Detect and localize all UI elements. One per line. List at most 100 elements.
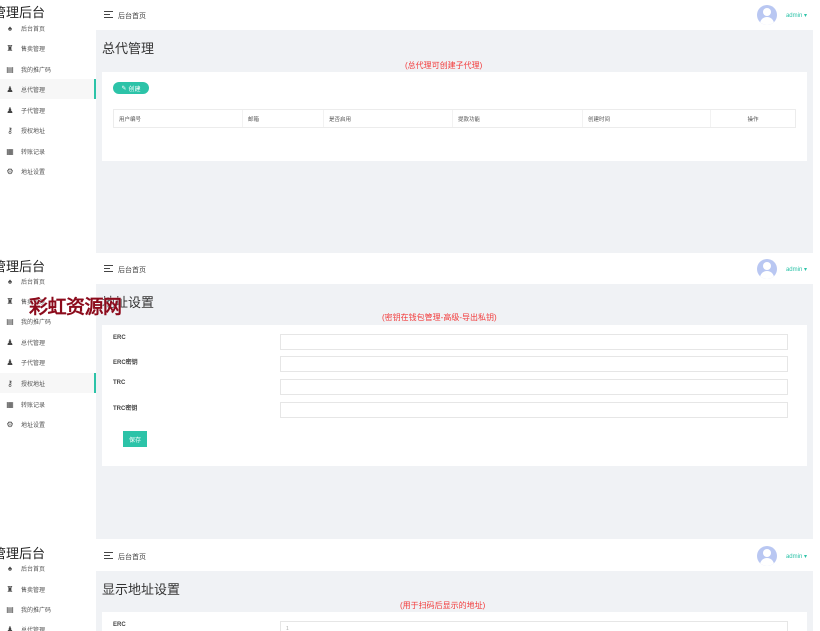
- topbar: 后台首页 admin ▾: [96, 254, 813, 284]
- record-icon: ▦: [6, 146, 14, 156]
- sidebar: 管理后台 ♠ 后台首页 ♜ 售卖管理 ▤ 我的推广码 ♟ 总代管理: [0, 541, 96, 631]
- trc-key-label: TRC密钥: [113, 406, 138, 412]
- trc-key-input[interactable]: [280, 402, 788, 418]
- sidebar-item-label: 后台首页: [21, 279, 46, 286]
- avatar[interactable]: [757, 5, 777, 25]
- page-note: (密钥在钱包管理-高级-导出私钥): [382, 313, 497, 322]
- record-icon: ▦: [6, 399, 14, 409]
- sidebar-item-promo-code[interactable]: ▤ 我的推广码: [0, 599, 96, 619]
- topbar: 后台首页 admin ▾: [96, 541, 813, 571]
- sidebar-item-auth-address[interactable]: ⚷ 授权地址: [0, 120, 96, 140]
- sidebar-item-sales[interactable]: ♜ 售卖管理: [0, 38, 96, 58]
- sidebar-item-home[interactable]: ♠ 后台首页: [0, 18, 96, 38]
- sidebar-item-label: 授权地址: [21, 381, 46, 388]
- address-form-card: ERC ERC密钥 TRC TRC密钥 保存: [102, 325, 807, 466]
- user-menu[interactable]: admin ▾: [786, 12, 807, 19]
- menu-toggle-icon[interactable]: [104, 552, 113, 559]
- sidebar-item-home[interactable]: ♠ 后台首页: [0, 271, 96, 291]
- erc-key-input[interactable]: [280, 356, 788, 372]
- agent-table-header: 用户编号 邮箱 是否启用 提款功能 创建时间 操作: [113, 109, 796, 128]
- settings-icon: ⚙: [6, 166, 14, 176]
- erc-label: ERC: [113, 622, 126, 628]
- create-button-label: 创建: [128, 86, 141, 93]
- trc-input[interactable]: [280, 379, 788, 395]
- document-icon: ▤: [6, 64, 14, 74]
- column-withdraw: 提款功能: [453, 110, 583, 127]
- users-icon: ♟: [6, 357, 14, 367]
- sidebar-item-agents[interactable]: ♟ 总代管理: [0, 619, 96, 631]
- page-title: 总代管理: [102, 41, 155, 56]
- key-icon: ⚷: [7, 125, 13, 135]
- screen-display-address-settings: 管理后台 ♠ 后台首页 ♜ 售卖管理 ▤ 我的推广码 ♟ 总代管理 后台首页 a…: [0, 541, 813, 631]
- trc-label: TRC: [113, 380, 126, 386]
- screen-agent-management: 管理后台 ♠ 后台首页 ♜ 售卖管理 ▤ 我的推广码 ♟ 总代管理 ♟ 子代管理…: [0, 0, 813, 253]
- sidebar-item-label: 后台首页: [21, 26, 46, 33]
- sidebar-item-label: 售卖管理: [21, 587, 46, 594]
- sidebar-item-promo-code[interactable]: ▤ 我的推广码: [0, 59, 96, 79]
- watermark-text: 彩虹资源网: [29, 297, 122, 318]
- user-icon: ♟: [6, 84, 14, 94]
- home-icon: ♠: [7, 276, 13, 286]
- breadcrumb[interactable]: 后台首页: [118, 552, 146, 562]
- document-icon: ▤: [6, 316, 14, 326]
- page-title: 显示地址设置: [102, 582, 181, 597]
- page-note: (总代理可创建子代理): [405, 61, 483, 70]
- sidebar-item-label: 转账记录: [21, 149, 46, 156]
- column-enabled: 是否启用: [324, 110, 453, 127]
- gift-icon: ♜: [6, 296, 14, 306]
- sidebar-item-label: 总代管理: [21, 340, 46, 347]
- breadcrumb[interactable]: 后台首页: [118, 265, 146, 275]
- home-icon: ♠: [7, 23, 13, 33]
- sidebar-item-label: 售卖管理: [21, 46, 46, 53]
- sidebar-item-label: 子代管理: [21, 108, 46, 115]
- sidebar-item-agents[interactable]: ♟ 总代管理: [0, 79, 96, 99]
- erc-key-label: ERC密钥: [113, 360, 138, 366]
- sidebar-item-label: 我的推广码: [21, 67, 52, 74]
- sidebar-item-address-settings[interactable]: ⚙ 地址设置: [0, 161, 96, 181]
- avatar[interactable]: [757, 546, 777, 566]
- topbar: 后台首页 admin ▾: [96, 0, 813, 30]
- sidebar-item-sub-agents[interactable]: ♟ 子代管理: [0, 352, 96, 372]
- sidebar-item-label: 地址设置: [21, 169, 46, 176]
- column-user-id: 用户编号: [114, 110, 243, 127]
- edit-icon: ✎: [121, 85, 127, 92]
- user-menu[interactable]: admin ▾: [786, 266, 807, 273]
- gift-icon: ♜: [6, 584, 14, 594]
- erc-label: ERC: [113, 335, 126, 341]
- sidebar-item-home[interactable]: ♠ 后台首页: [0, 558, 96, 578]
- column-actions: 操作: [747, 116, 759, 123]
- user-icon: ♟: [6, 624, 14, 631]
- sidebar-item-agents[interactable]: ♟ 总代管理: [0, 332, 96, 352]
- sidebar-item-label: 后台首页: [21, 566, 46, 573]
- sidebar-item-label: 子代管理: [21, 360, 46, 367]
- save-button[interactable]: 保存: [123, 431, 147, 447]
- erc-input[interactable]: [280, 334, 788, 350]
- home-icon: ♠: [7, 563, 13, 573]
- page-note: (用于扫码后显示的地址): [400, 601, 486, 610]
- sidebar-item-label: 授权地址: [21, 128, 46, 135]
- display-address-card: ERC 1: [102, 612, 807, 631]
- sidebar-item-sub-agents[interactable]: ♟ 子代管理: [0, 100, 96, 120]
- sidebar-item-transfers[interactable]: ▦ 转账记录: [0, 394, 96, 414]
- gift-icon: ♜: [6, 43, 14, 53]
- key-icon: ⚷: [7, 378, 13, 388]
- create-button[interactable]: ✎ 创建: [113, 82, 149, 94]
- menu-toggle-icon[interactable]: [104, 265, 113, 272]
- erc-display-input[interactable]: 1: [280, 621, 788, 631]
- user-icon: ♟: [6, 337, 14, 347]
- menu-toggle-icon[interactable]: [104, 11, 113, 18]
- user-menu[interactable]: admin ▾: [786, 553, 807, 560]
- agent-list-card: ✎ 创建 用户编号 邮箱 是否启用 提款功能 创建时间 操作: [102, 72, 807, 161]
- sidebar-item-address-settings[interactable]: ⚙ 地址设置: [0, 414, 96, 434]
- sidebar-item-label: 我的推广码: [21, 607, 52, 614]
- avatar[interactable]: [757, 259, 777, 279]
- sidebar-item-sales[interactable]: ♜ 售卖管理: [0, 579, 96, 599]
- breadcrumb[interactable]: 后台首页: [118, 11, 146, 21]
- settings-icon: ⚙: [6, 419, 14, 429]
- sidebar-item-label: 地址设置: [21, 422, 46, 429]
- sidebar-item-label: 总代管理: [21, 627, 46, 631]
- sidebar-item-transfers[interactable]: ▦ 转账记录: [0, 141, 96, 161]
- sidebar: 管理后台 ♠ 后台首页 ♜ 售卖管理 ▤ 我的推广码 ♟ 总代管理 ♟ 子代管理…: [0, 0, 96, 253]
- sidebar-item-auth-address[interactable]: ⚷ 授权地址: [0, 373, 96, 393]
- document-icon: ▤: [6, 604, 14, 614]
